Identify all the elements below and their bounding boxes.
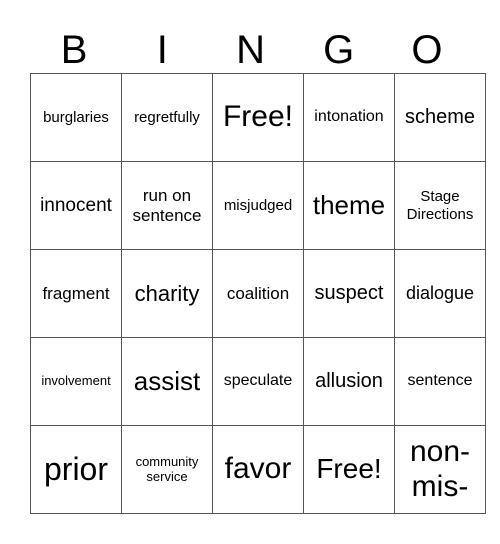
bingo-cell[interactable]: fragment [30, 249, 122, 338]
board-row: burglaries regretfully Free! intonation … [30, 73, 486, 162]
bingo-cell[interactable]: intonation [303, 73, 395, 162]
bingo-cell[interactable]: suspect [303, 249, 395, 338]
bingo-cell[interactable]: sentence [394, 337, 486, 426]
free-space[interactable]: Free! [303, 425, 395, 514]
bingo-cell[interactable]: run on sentence [121, 161, 213, 250]
board-row: prior community service favor Free! non-… [30, 425, 486, 514]
header-letter-b: B [60, 28, 88, 72]
bingo-cell[interactable]: scheme [394, 73, 486, 162]
bingo-cell[interactable]: speculate [212, 337, 304, 426]
bingo-cell[interactable]: theme [303, 161, 395, 250]
bingo-cell[interactable]: innocent [30, 161, 122, 250]
bingo-cell[interactable]: prior [30, 425, 122, 514]
bingo-cell[interactable]: dialogue [394, 249, 486, 338]
bingo-cell[interactable]: non-mis- [394, 425, 486, 514]
bingo-cell[interactable]: allusion [303, 337, 395, 426]
free-space[interactable]: Free! [212, 73, 304, 162]
bingo-cell[interactable]: Stage Directions [394, 161, 486, 250]
bingo-cell[interactable]: coalition [212, 249, 304, 338]
bingo-cell[interactable]: favor [212, 425, 304, 514]
bingo-cell[interactable]: assist [121, 337, 213, 426]
bingo-cell[interactable]: community service [121, 425, 213, 514]
board-row: fragment charity coalition suspect dialo… [30, 249, 486, 338]
board-row: involvement assist speculate allusion se… [30, 337, 486, 426]
bingo-cell[interactable]: burglaries [30, 73, 122, 162]
header-letter-n: N [236, 28, 265, 72]
header-letter-g: G [323, 28, 355, 72]
bingo-header: B I N G O [30, 26, 471, 74]
bingo-cell[interactable]: misjudged [212, 161, 304, 250]
header-letter-i: I [156, 28, 168, 72]
bingo-cell[interactable]: regretfully [121, 73, 213, 162]
bingo-cell[interactable]: involvement [30, 337, 122, 426]
bingo-cell[interactable]: charity [121, 249, 213, 338]
board-row: innocent run on sentence misjudged theme… [30, 161, 486, 250]
bingo-board: burglaries regretfully Free! intonation … [30, 73, 486, 514]
header-letter-o: O [411, 28, 443, 72]
